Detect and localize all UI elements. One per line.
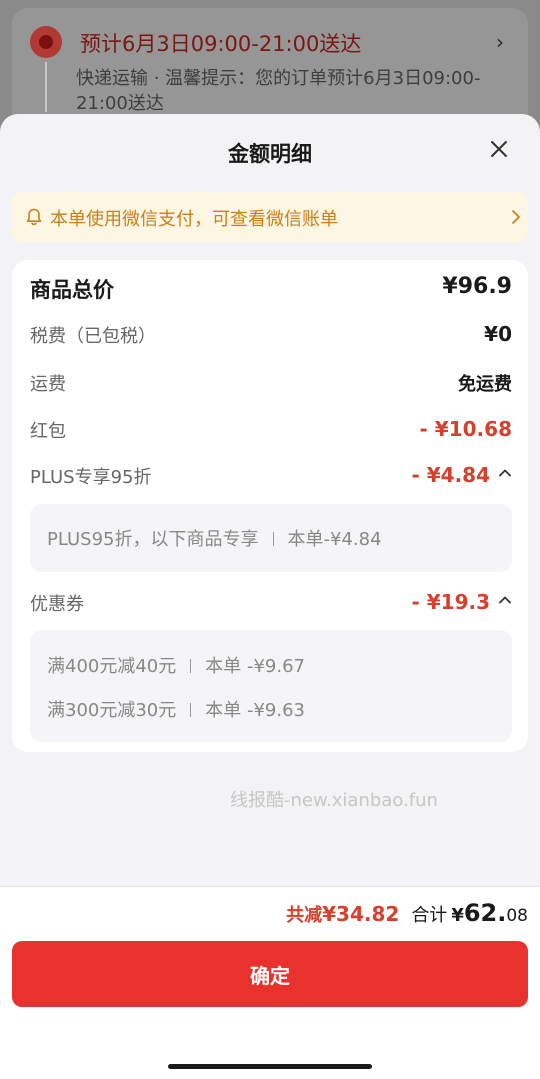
total-saved-label: 共减 xyxy=(286,905,323,926)
coupon-item: 满300元减30元 本单 -¥9.63 xyxy=(47,696,305,722)
divider xyxy=(190,659,192,673)
sheet-header: 金额明细 xyxy=(0,114,540,186)
close-icon xyxy=(491,141,507,157)
delivery-subtitle: 快递运输 · 温馨提示：您的订单预计6月3日09:00-21:00送达 xyxy=(76,68,481,114)
amount-detail-sheet: 金额明细 本单使用微信支付，可查看微信账单 商品总价 ¥96.9 税费（已包税）… xyxy=(0,114,540,1079)
plus-discount-label: PLUS专享95折 xyxy=(30,467,152,488)
coupon-detail: 满400元减40元 本单 -¥9.67 满300元减30元 本单 -¥9.63 xyxy=(30,630,512,742)
plus-discount-value: - ¥4.84 xyxy=(411,463,490,487)
shipping-label: 运费 xyxy=(30,374,66,395)
total-integer: 62. xyxy=(463,899,507,927)
total-summary: 共减¥34.82 合计 ¥62.08 xyxy=(286,899,528,927)
wechat-pay-notice[interactable]: 本单使用微信支付，可查看微信账单 xyxy=(12,192,528,242)
red-packet-value: - ¥10.68 xyxy=(419,417,512,441)
coupon-row[interactable]: 优惠券 - ¥19.3 xyxy=(30,590,512,620)
plus-detail-line: PLUS95折，以下商品专享 本单-¥4.84 xyxy=(47,525,382,551)
total-decimal: 08 xyxy=(506,906,528,926)
total-currency: ¥ xyxy=(451,905,464,926)
delivery-status-icon xyxy=(30,26,62,58)
divider xyxy=(272,532,274,546)
goods-total-value: ¥96.9 xyxy=(442,274,512,299)
coupon-label: 优惠券 xyxy=(30,594,84,615)
sheet-title: 金额明细 xyxy=(228,142,312,166)
shipping-row: 运费 免运费 xyxy=(30,370,512,400)
plus-discount-detail: PLUS95折，以下商品专享 本单-¥4.84 xyxy=(30,504,512,572)
amount-detail-card: 商品总价 ¥96.9 税费（已包税） ¥0 运费 免运费 红包 - ¥10.68… xyxy=(12,260,528,752)
red-packet-label: 红包 xyxy=(30,421,66,442)
home-indicator[interactable] xyxy=(168,1064,372,1069)
notice-text: 本单使用微信支付，可查看微信账单 xyxy=(50,209,338,230)
coupon-value-wrap: - ¥19.3 xyxy=(411,590,512,614)
plus-discount-value-wrap: - ¥4.84 xyxy=(411,463,512,487)
chevron-right-icon xyxy=(512,210,520,224)
goods-total-label: 商品总价 xyxy=(30,278,114,302)
delivery-title: 预计6月3日09:00-21:00送达 xyxy=(80,32,362,56)
chevron-up-icon[interactable] xyxy=(498,466,512,480)
close-button[interactable] xyxy=(484,134,514,164)
divider xyxy=(190,703,192,717)
total-saved-value: ¥34.82 xyxy=(322,902,400,926)
red-packet-row: 红包 - ¥10.68 xyxy=(30,417,512,447)
chevron-right-icon: › xyxy=(496,30,504,54)
total-label: 合计 xyxy=(411,905,448,926)
chevron-up-icon[interactable] xyxy=(498,593,512,607)
timeline-line xyxy=(45,62,47,112)
shipping-value: 免运费 xyxy=(458,374,512,395)
goods-total-row: 商品总价 ¥96.9 xyxy=(30,274,512,304)
tax-label: 税费（已包税） xyxy=(30,326,156,347)
coupon-item-name: 满400元减40元 xyxy=(47,656,177,677)
tax-value: ¥0 xyxy=(484,322,512,346)
plus-discount-row[interactable]: PLUS专享95折 - ¥4.84 xyxy=(30,463,512,493)
plus-detail-amount: 本单-¥4.84 xyxy=(287,529,382,550)
sheet-footer: 共减¥34.82 合计 ¥62.08 确定 xyxy=(0,886,540,1079)
watermark: 线报酷-new.xianbao.fun xyxy=(230,790,438,811)
coupon-item-amount: 本单 -¥9.67 xyxy=(205,656,306,677)
coupon-item-amount: 本单 -¥9.63 xyxy=(205,700,306,721)
plus-detail-name: PLUS95折，以下商品专享 xyxy=(47,529,259,550)
coupon-value: - ¥19.3 xyxy=(411,590,490,614)
coupon-item-name: 满300元减30元 xyxy=(47,700,177,721)
confirm-button[interactable]: 确定 xyxy=(12,941,528,1007)
tax-row: 税费（已包税） ¥0 xyxy=(30,322,512,352)
bell-icon xyxy=(26,208,42,226)
coupon-item: 满400元减40元 本单 -¥9.67 xyxy=(47,652,305,678)
